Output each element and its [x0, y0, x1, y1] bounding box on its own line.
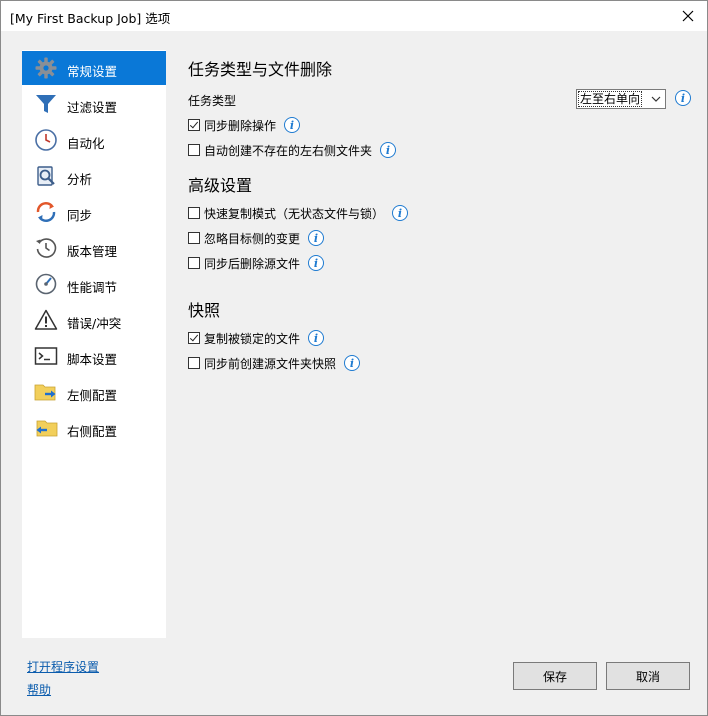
info-icon[interactable]: i: [380, 142, 397, 158]
sidebar-item-label: 过滤设置: [67, 100, 118, 115]
sidebar-item-performance[interactable]: 性能调节: [22, 267, 166, 301]
sidebar-item-label: 性能调节: [67, 280, 118, 295]
section-title-snapshot: 快照: [188, 301, 221, 320]
window-title: [My First Backup Job] 选项: [10, 11, 171, 26]
auto-create-option[interactable]: 自动创建不存在的左右侧文件夹 i: [188, 141, 397, 159]
sidebar-item-general[interactable]: 常规设置: [22, 51, 166, 85]
sidebar-item-label: 自动化: [67, 136, 105, 151]
info-icon[interactable]: i: [284, 117, 301, 133]
warning-icon: [34, 309, 58, 330]
folder-left-arrow-icon: [36, 420, 58, 437]
section-title-advanced: 高级设置: [188, 176, 253, 195]
sidebar-item-label: 右侧配置: [67, 424, 118, 439]
terminal-icon: [34, 347, 58, 365]
sidebar-item-label: 错误/冲突: [67, 316, 122, 331]
sidebar-item-label: 常规设置: [67, 64, 118, 79]
sidebar-item-label: 左侧配置: [67, 388, 118, 403]
sidebar-item-left-config[interactable]: 左侧配置: [22, 375, 166, 409]
sidebar-item-filter[interactable]: 过滤设置: [22, 87, 166, 121]
cancel-button[interactable]: 取消: [606, 662, 690, 690]
ignore-target-changes-label: 忽略目标侧的变更: [204, 231, 301, 246]
info-icon[interactable]: i: [675, 90, 691, 106]
sidebar-item-sync[interactable]: 同步: [22, 195, 166, 229]
filter-icon: [36, 95, 56, 113]
sidebar-item-analysis[interactable]: 分析: [22, 159, 166, 193]
sidebar-item-errors[interactable]: 错误/冲突: [22, 303, 166, 337]
save-button[interactable]: 保存: [513, 662, 597, 690]
sidebar-item-versioning[interactable]: 版本管理: [22, 231, 166, 265]
open-program-settings-link[interactable]: 打开程序设置: [27, 658, 99, 675]
help-link[interactable]: 帮助: [27, 681, 51, 698]
analysis-icon: [37, 166, 55, 186]
section-title-task-type: 任务类型与文件删除: [188, 60, 333, 79]
fast-copy-option[interactable]: 快速复制模式（无状态文件与锁） i: [188, 204, 409, 222]
close-button[interactable]: [673, 1, 703, 31]
delete-source-label: 同步后删除源文件: [204, 256, 301, 271]
delete-source-checkbox[interactable]: [188, 257, 200, 269]
sync-icon: [36, 202, 56, 222]
title-bar: [My First Backup Job] 选项: [1, 1, 707, 31]
sidebar-item-automation[interactable]: 自动化: [22, 123, 166, 157]
task-type-value: 左至右单向: [577, 91, 643, 107]
auto-create-checkbox[interactable]: [188, 144, 200, 156]
sync-delete-label: 同步删除操作: [204, 118, 277, 133]
chevron-down-icon: [651, 96, 661, 102]
options-dialog: [My First Backup Job] 选项 常规设置 过滤设置 自动化 分…: [0, 0, 708, 716]
snapshot-before-checkbox[interactable]: [188, 357, 200, 369]
fast-copy-checkbox[interactable]: [188, 207, 200, 219]
sidebar-item-label: 版本管理: [67, 244, 118, 259]
sidebar-item-label: 分析: [67, 172, 93, 187]
sidebar-item-scripts[interactable]: 脚本设置: [22, 339, 166, 373]
info-icon[interactable]: i: [344, 355, 361, 371]
ignore-target-changes-option[interactable]: 忽略目标侧的变更 i: [188, 229, 325, 247]
task-type-select[interactable]: 左至右单向: [576, 89, 666, 109]
folder-right-arrow-icon: [34, 384, 56, 401]
snapshot-before-label: 同步前创建源文件夹快照: [204, 356, 337, 371]
copy-locked-option[interactable]: 复制被锁定的文件 i: [188, 329, 325, 347]
sidebar: 常规设置 过滤设置 自动化 分析 同步 版本管理 性能调节 错误/冲突 脚本设置…: [22, 50, 166, 638]
copy-locked-checkbox[interactable]: [188, 332, 200, 344]
info-icon[interactable]: i: [308, 330, 325, 346]
clock-icon: [35, 129, 57, 151]
info-icon[interactable]: i: [308, 255, 325, 271]
info-icon[interactable]: i: [392, 205, 409, 221]
sync-delete-checkbox[interactable]: [188, 119, 200, 131]
auto-create-label: 自动创建不存在的左右侧文件夹: [204, 143, 373, 158]
history-icon: [36, 238, 57, 258]
copy-locked-label: 复制被锁定的文件: [204, 331, 301, 346]
gauge-icon: [35, 273, 57, 295]
sidebar-item-label: 脚本设置: [67, 352, 118, 367]
info-icon[interactable]: i: [308, 230, 325, 246]
sync-delete-option[interactable]: 同步删除操作 i: [188, 116, 301, 134]
ignore-target-changes-checkbox[interactable]: [188, 232, 200, 244]
sidebar-item-right-config[interactable]: 右侧配置: [22, 411, 166, 445]
sidebar-item-label: 同步: [67, 208, 93, 223]
delete-source-option[interactable]: 同步后删除源文件 i: [188, 254, 325, 272]
task-type-label: 任务类型: [188, 94, 237, 108]
snapshot-before-option[interactable]: 同步前创建源文件夹快照 i: [188, 354, 361, 372]
close-icon: [682, 10, 694, 22]
fast-copy-label: 快速复制模式（无状态文件与锁）: [204, 206, 385, 221]
gear-icon: [35, 57, 57, 79]
